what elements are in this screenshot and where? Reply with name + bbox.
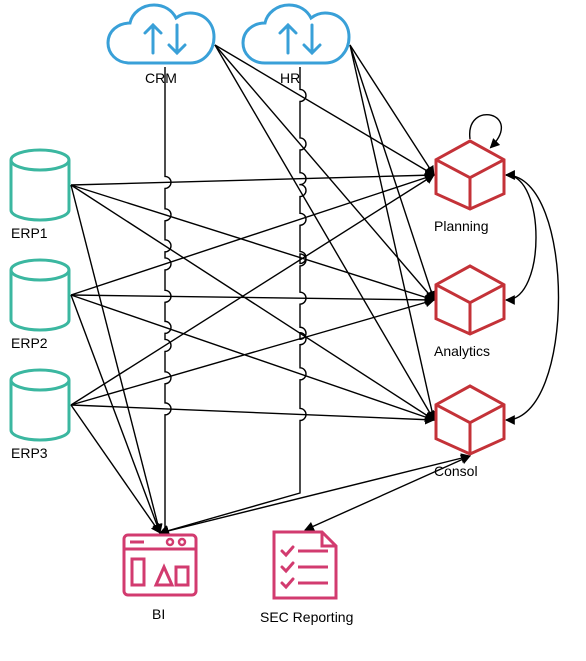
edge-erp1-to-consol [71, 185, 434, 420]
node-label: BI [152, 606, 165, 622]
edge-erp2-to-analytics [71, 295, 434, 300]
node-planning: Planning [434, 141, 504, 234]
edge-consol-to-bi [160, 456, 470, 533]
edge-erp3-to-analytics [71, 300, 434, 405]
edge-erp1-to-bi [71, 185, 160, 533]
node-erp3: ERP3 [11, 370, 69, 461]
node-consol: Consol [434, 386, 504, 479]
node-sec: SEC Reporting [260, 532, 353, 625]
edge-erp1-to-analytics [71, 185, 434, 300]
edge-hr-to-consol [350, 45, 434, 420]
node-label: ERP1 [11, 225, 48, 241]
edge-crm-to-analytics [215, 45, 434, 300]
node-crm: CRM [108, 5, 214, 86]
node-label: Analytics [434, 343, 490, 359]
cylinder-top-icon [11, 150, 69, 170]
node-bi: BI [124, 535, 196, 622]
edge-hr-to-bi [160, 67, 306, 533]
node-label: SEC Reporting [260, 609, 353, 625]
node-label: Planning [434, 218, 489, 234]
edge-hr-to-planning [350, 45, 434, 175]
node-label: CRM [145, 70, 177, 86]
node-erp2: ERP2 [11, 260, 69, 351]
node-label: Consol [434, 463, 478, 479]
checklist-icon [274, 532, 336, 598]
edge-hr-to-analytics [350, 45, 434, 300]
edge-planning-to-consol [506, 175, 559, 420]
cylinder-top-icon [11, 370, 69, 390]
node-erp1: ERP1 [11, 150, 69, 241]
edge-erp2-to-consol [71, 295, 434, 420]
node-label: ERP3 [11, 445, 48, 461]
node-label: HR [280, 70, 300, 86]
edge-crm-to-bi [160, 67, 171, 533]
edge-erp3-to-bi [71, 405, 160, 533]
edge-erp2-to-planning [71, 175, 434, 295]
edge-planning-to-analytics [506, 175, 536, 300]
edge-crm-to-consol [215, 45, 434, 420]
node-hr: HR [243, 5, 349, 86]
node-analytics: Analytics [434, 266, 504, 359]
cylinder-top-icon [11, 260, 69, 280]
node-label: ERP2 [11, 335, 48, 351]
edge-erp3-to-consol [71, 405, 434, 420]
edge-erp3-to-planning [71, 175, 434, 405]
edge-erp2-to-bi [71, 295, 160, 533]
